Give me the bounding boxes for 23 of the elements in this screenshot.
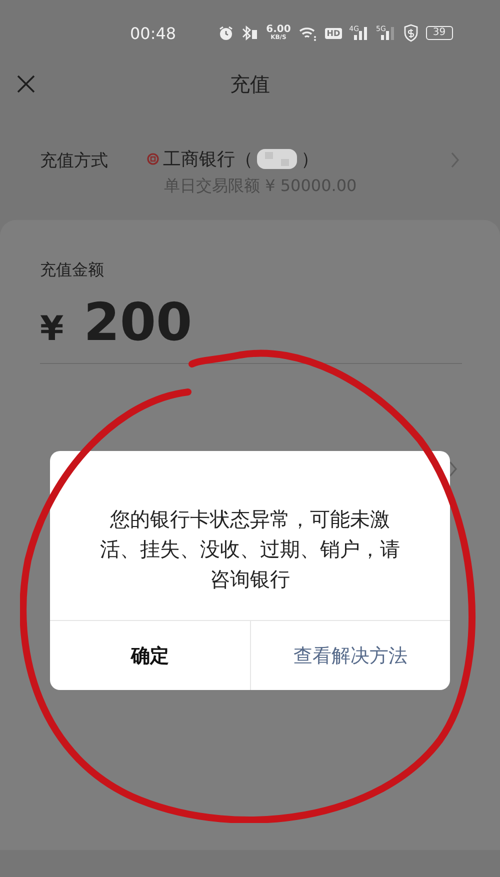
bank-name-end: ） (301, 148, 319, 171)
method-label: 充值方式 (40, 150, 109, 172)
bluetooth-icon (241, 25, 260, 41)
alarm-icon (218, 25, 234, 41)
chevron-icon (448, 460, 458, 478)
page-title: 充值 (230, 70, 270, 98)
network-speed: 6.00 (266, 25, 291, 35)
redacted-mark (257, 149, 297, 169)
bank-logo-icon (147, 153, 159, 165)
solution-link-button[interactable]: 查看解决方法 (250, 621, 450, 690)
chevron-icon (450, 151, 460, 169)
battery-indicator: 39 (426, 26, 453, 40)
hd-badge: HD (324, 28, 342, 38)
confirm-button[interactable]: 确定 (50, 621, 250, 690)
amount-input[interactable]: 200 (84, 293, 192, 353)
currency-symbol: ¥ (40, 309, 64, 349)
shield-icon (402, 24, 419, 42)
dialog-message: 您的银行卡状态异常，可能未激活、挂失、没收、过期、销户，请咨询银行 (99, 506, 401, 592)
amount-label: 充值金额 (40, 260, 105, 281)
wifi-icon (298, 25, 318, 41)
bank-name: 工商银行（ (163, 148, 253, 171)
status-time: 00:48 (130, 24, 176, 42)
close-icon[interactable] (16, 74, 36, 94)
